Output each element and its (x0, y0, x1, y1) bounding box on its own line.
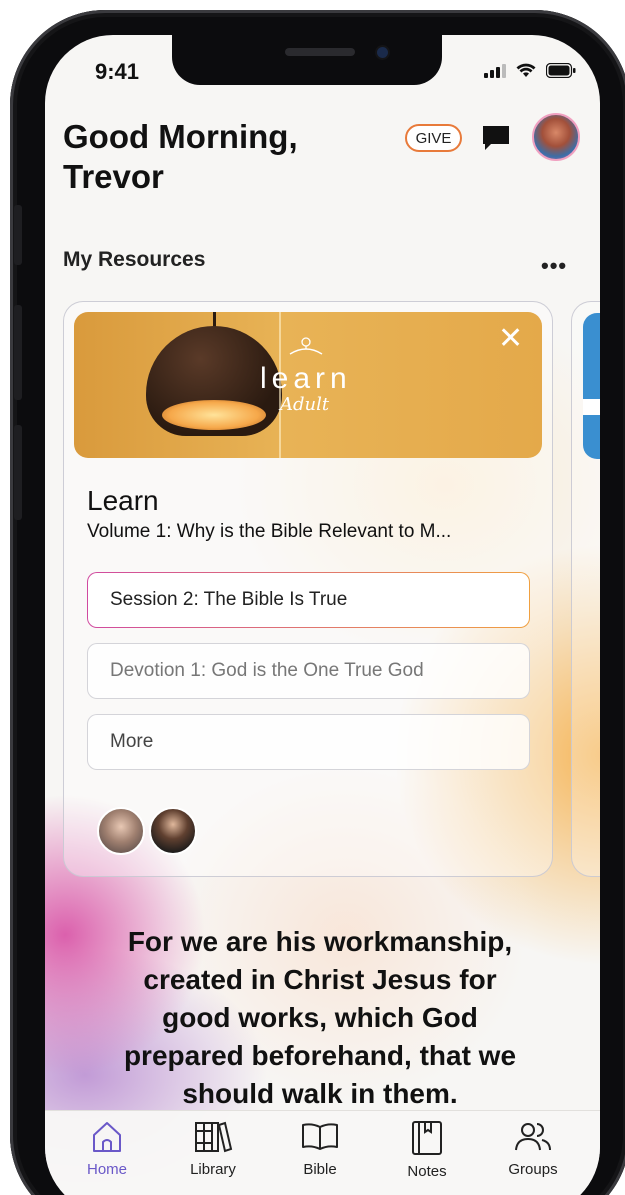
session-item-active[interactable]: Session 2: The Bible Is True (87, 572, 530, 628)
tab-label: Notes (407, 1163, 447, 1180)
notes-icon (412, 1121, 442, 1155)
section-title-my-resources: My Resources (63, 248, 206, 271)
groups-icon (515, 1123, 551, 1151)
tab-label: Library (190, 1161, 236, 1178)
participant-avatar[interactable] (97, 807, 145, 855)
more-options-button[interactable]: ••• (541, 253, 567, 279)
bottom-tab-bar: Home Library Bible Notes Groups (45, 1110, 600, 1195)
verse-line: For we are his workmanship, (127, 926, 513, 957)
more-item[interactable]: More (87, 714, 530, 770)
devotion-item-label: Devotion 1: God is the One True God (110, 660, 424, 681)
give-button[interactable]: GIVE (405, 124, 462, 152)
status-icons (484, 63, 576, 78)
session-item-label: Session 2: The Bible Is True (110, 589, 348, 610)
next-card-banner (583, 313, 600, 459)
chat-icon[interactable] (481, 123, 511, 153)
resource-subtitle: Volume 1: Why is the Bible Relevant to M… (87, 521, 452, 542)
tab-groups[interactable]: Groups (493, 1119, 573, 1178)
mute-switch (14, 205, 22, 265)
tab-bible[interactable]: Bible (280, 1119, 360, 1178)
greeting-line: Good Morning, (63, 118, 298, 155)
status-time: 9:41 (95, 59, 140, 84)
tab-library[interactable]: Library (173, 1119, 253, 1178)
tab-home[interactable]: Home (67, 1119, 147, 1178)
devotion-item[interactable]: Devotion 1: God is the One True God (87, 643, 530, 699)
tab-label: Groups (508, 1161, 558, 1178)
resource-banner: learn Adult ✕ (74, 312, 542, 458)
close-icon[interactable]: ✕ (498, 324, 523, 354)
learn-logo-subtitle: Adult (280, 394, 330, 415)
speaker-grille (285, 48, 355, 56)
volume-down-button (14, 425, 22, 520)
verse-line: created in Christ Jesus for (143, 964, 497, 995)
greeting-heading: Good Morning, Trevor (63, 117, 298, 197)
notch (172, 35, 442, 85)
library-icon (195, 1121, 233, 1153)
lamp-glow (162, 400, 266, 430)
tab-notes[interactable]: Notes (387, 1119, 467, 1180)
cellular-signal-icon (484, 63, 506, 78)
wifi-icon (516, 63, 536, 77)
home-icon (93, 1122, 121, 1152)
scripture-verse: For we are his workmanship, created in C… (85, 923, 555, 1113)
profile-avatar[interactable] (532, 113, 580, 161)
verse-line: good works, which God (162, 1002, 478, 1033)
resource-title: Learn (87, 485, 159, 516)
participant-avatar[interactable] (149, 807, 197, 855)
front-camera (377, 47, 388, 58)
tab-label: Home (86, 1161, 127, 1178)
battery-icon (546, 63, 576, 78)
volume-up-button (14, 305, 22, 400)
learn-logo-text: learn (260, 362, 352, 395)
tab-label: Bible (303, 1161, 337, 1178)
more-item-label: More (110, 731, 154, 752)
bible-icon (302, 1123, 338, 1150)
app-screen: 9:41 Good Morning, Trevor GIVE My Resour… (45, 35, 600, 1195)
user-name: Trevor (63, 158, 164, 195)
verse-line: prepared beforehand, that we (123, 1040, 517, 1071)
verse-line: should walk in them. (182, 1078, 458, 1109)
lightbulb-icon (289, 337, 323, 355)
